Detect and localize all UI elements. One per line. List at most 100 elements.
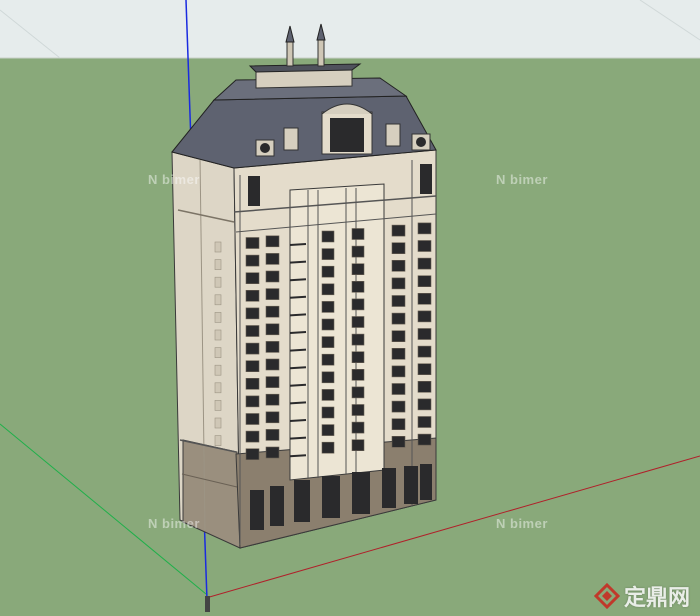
window <box>248 176 260 206</box>
side-window <box>214 417 222 429</box>
window <box>417 380 432 393</box>
window <box>245 342 260 355</box>
side-window <box>214 364 222 376</box>
side-window <box>214 312 222 323</box>
window <box>351 368 365 381</box>
window <box>351 263 365 276</box>
window <box>351 333 365 346</box>
watermark-bimer: N bimer <box>148 172 200 187</box>
watermark-bimer: N bimer <box>496 172 548 187</box>
balcony-rail <box>289 383 307 387</box>
balcony-rail <box>289 295 307 299</box>
window <box>417 398 432 411</box>
window <box>391 295 406 307</box>
window <box>417 345 432 358</box>
side-window <box>214 382 222 394</box>
window <box>265 358 280 371</box>
window <box>351 298 365 311</box>
balcony-rail <box>289 260 307 264</box>
window <box>245 307 260 320</box>
side-window <box>214 400 222 411</box>
window <box>245 360 260 373</box>
window <box>245 289 260 302</box>
window <box>245 325 260 337</box>
side-window <box>214 435 222 446</box>
window <box>417 433 432 446</box>
window <box>321 371 335 384</box>
balcony-rail <box>289 348 307 352</box>
balcony-rail <box>289 278 307 282</box>
window <box>265 288 280 300</box>
brand-watermark: 定鼎网 <box>593 580 690 612</box>
scale-figure <box>205 596 210 612</box>
window <box>245 413 260 425</box>
window <box>321 406 335 419</box>
window <box>321 265 335 278</box>
window <box>265 446 280 459</box>
window <box>351 439 365 452</box>
window <box>321 441 335 454</box>
side-window <box>214 347 222 358</box>
window <box>265 323 280 336</box>
window <box>265 393 280 406</box>
window <box>265 235 280 248</box>
side-window <box>214 241 222 253</box>
sketchup-viewport <box>0 0 700 616</box>
window <box>245 395 260 408</box>
balcony-rail <box>289 313 307 317</box>
window <box>351 421 365 434</box>
balcony-rail <box>289 366 307 370</box>
window <box>391 224 406 237</box>
window <box>391 242 406 254</box>
window <box>245 272 260 285</box>
window <box>417 292 432 305</box>
sky <box>0 0 700 58</box>
window <box>321 318 335 331</box>
window <box>391 259 406 272</box>
window <box>417 222 432 235</box>
balcony-rail <box>289 436 307 440</box>
window <box>417 416 432 428</box>
window <box>245 448 260 461</box>
window <box>245 254 260 267</box>
window <box>420 164 432 194</box>
side-window <box>214 329 222 341</box>
balcony-rail <box>289 454 307 458</box>
window <box>391 277 406 290</box>
window <box>417 275 432 288</box>
window <box>351 316 365 328</box>
window <box>391 400 406 413</box>
window <box>351 404 365 416</box>
window <box>321 283 335 296</box>
watermark-bimer: N bimer <box>148 516 200 531</box>
window <box>417 240 432 252</box>
window <box>265 376 280 388</box>
window <box>265 270 280 283</box>
window <box>245 430 260 443</box>
window <box>391 435 406 448</box>
window <box>265 253 280 265</box>
window <box>265 341 280 353</box>
window <box>391 383 406 395</box>
side-window <box>214 276 222 288</box>
window <box>391 347 406 360</box>
window <box>417 363 432 376</box>
window <box>351 386 365 399</box>
window <box>351 280 365 293</box>
window <box>417 328 432 340</box>
window <box>265 429 280 441</box>
window <box>321 301 335 313</box>
window <box>321 248 335 260</box>
window <box>351 245 365 258</box>
brand-label: 定鼎网 <box>623 586 690 611</box>
window <box>417 310 432 323</box>
window <box>391 330 406 343</box>
window <box>391 365 406 378</box>
window <box>391 312 406 325</box>
window <box>321 353 335 366</box>
window <box>245 237 260 249</box>
balcony-rail <box>289 243 307 246</box>
window <box>321 230 335 243</box>
window <box>351 228 365 240</box>
window <box>321 424 335 436</box>
